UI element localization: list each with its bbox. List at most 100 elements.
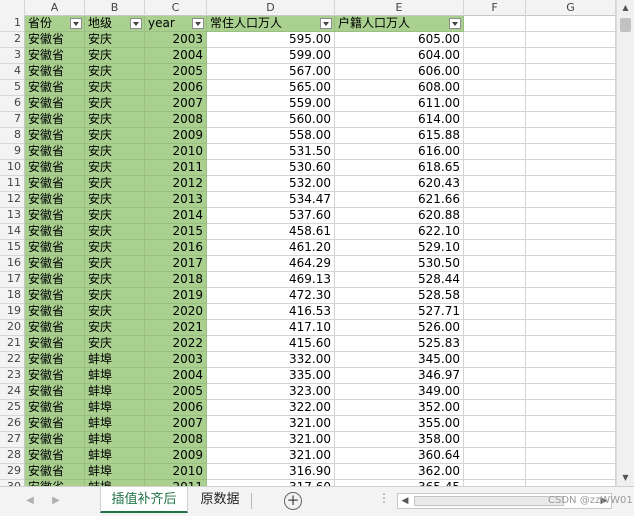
cell-city[interactable]: 安庆 <box>85 32 145 48</box>
row-number[interactable]: 7 <box>0 112 25 128</box>
empty-cell[interactable] <box>526 128 616 144</box>
cell-city[interactable]: 安庆 <box>85 176 145 192</box>
empty-cell[interactable] <box>464 320 526 336</box>
column-header-f[interactable]: F <box>464 0 526 16</box>
cell-province[interactable]: 安徽省 <box>25 240 85 256</box>
cell-year[interactable]: 2012 <box>145 176 207 192</box>
header-cell-city[interactable]: 地级 <box>85 16 145 32</box>
tab-interpolated-sheet[interactable]: 插值补齐后 <box>100 487 188 513</box>
cell-year[interactable]: 2005 <box>145 64 207 80</box>
cell-province[interactable]: 安徽省 <box>25 464 85 480</box>
cell-year[interactable]: 2007 <box>145 416 207 432</box>
empty-cell[interactable] <box>464 64 526 80</box>
cell-year[interactable]: 2020 <box>145 304 207 320</box>
empty-cell[interactable] <box>526 448 616 464</box>
row-number[interactable]: 23 <box>0 368 25 384</box>
cell-resident-population[interactable]: 560.00 <box>207 112 335 128</box>
cell-city[interactable]: 安庆 <box>85 256 145 272</box>
cell-province[interactable]: 安徽省 <box>25 144 85 160</box>
row-number[interactable]: 13 <box>0 208 25 224</box>
cell-resident-population[interactable]: 415.60 <box>207 336 335 352</box>
row-number[interactable]: 2 <box>0 32 25 48</box>
cell-city[interactable]: 蚌埠 <box>85 400 145 416</box>
empty-cell[interactable] <box>526 96 616 112</box>
cell-city[interactable]: 蚌埠 <box>85 464 145 480</box>
cell-city[interactable]: 蚌埠 <box>85 368 145 384</box>
cell-resident-population[interactable]: 323.00 <box>207 384 335 400</box>
cell-registered-population[interactable]: 530.50 <box>335 256 464 272</box>
cell-province[interactable]: 安徽省 <box>25 336 85 352</box>
filter-dropdown-icon[interactable] <box>192 18 204 29</box>
header-cell-year[interactable]: year <box>145 16 207 32</box>
empty-cell[interactable] <box>464 144 526 160</box>
column-header-b[interactable]: B <box>85 0 145 16</box>
cell-city[interactable]: 安庆 <box>85 64 145 80</box>
row-number[interactable]: 11 <box>0 176 25 192</box>
cell-resident-population[interactable]: 321.00 <box>207 416 335 432</box>
cell-year[interactable]: 2021 <box>145 320 207 336</box>
cell-year[interactable]: 2006 <box>145 80 207 96</box>
cell-year[interactable]: 2009 <box>145 448 207 464</box>
cell-year[interactable]: 2022 <box>145 336 207 352</box>
empty-cell[interactable] <box>526 144 616 160</box>
cell-registered-population[interactable]: 352.00 <box>335 400 464 416</box>
cell-registered-population[interactable]: 604.00 <box>335 48 464 64</box>
cell-year[interactable]: 2017 <box>145 256 207 272</box>
empty-cell[interactable] <box>464 240 526 256</box>
row-number[interactable]: 26 <box>0 416 25 432</box>
cell-city[interactable]: 安庆 <box>85 160 145 176</box>
empty-cell[interactable] <box>464 96 526 112</box>
scroll-up-icon[interactable]: ▲ <box>619 2 632 14</box>
cell-province[interactable]: 安徽省 <box>25 32 85 48</box>
vertical-scroll-thumb[interactable] <box>620 18 631 32</box>
cell-resident-population[interactable]: 558.00 <box>207 128 335 144</box>
row-number[interactable]: 14 <box>0 224 25 240</box>
cell-city[interactable]: 安庆 <box>85 224 145 240</box>
cell-city[interactable]: 安庆 <box>85 96 145 112</box>
row-number[interactable]: 15 <box>0 240 25 256</box>
select-all-corner[interactable] <box>0 0 25 16</box>
empty-cell[interactable] <box>464 272 526 288</box>
empty-cell[interactable] <box>464 176 526 192</box>
cell-resident-population[interactable]: 464.29 <box>207 256 335 272</box>
cell-year[interactable]: 2008 <box>145 112 207 128</box>
empty-cell[interactable] <box>464 112 526 128</box>
empty-cell[interactable] <box>526 224 616 240</box>
empty-cell[interactable] <box>464 128 526 144</box>
cell-resident-population[interactable]: 595.00 <box>207 32 335 48</box>
row-number[interactable]: 19 <box>0 304 25 320</box>
filter-dropdown-icon[interactable] <box>449 18 461 29</box>
cell-registered-population[interactable]: 614.00 <box>335 112 464 128</box>
cell-province[interactable]: 安徽省 <box>25 256 85 272</box>
cell-city[interactable]: 安庆 <box>85 144 145 160</box>
empty-cell[interactable] <box>526 256 616 272</box>
cell-province[interactable]: 安徽省 <box>25 304 85 320</box>
cell-province[interactable]: 安徽省 <box>25 128 85 144</box>
cell-city[interactable]: 安庆 <box>85 336 145 352</box>
empty-cell[interactable] <box>464 448 526 464</box>
row-number[interactable]: 16 <box>0 256 25 272</box>
empty-cell[interactable] <box>464 384 526 400</box>
cell-resident-population[interactable]: 469.13 <box>207 272 335 288</box>
cell-registered-population[interactable]: 611.00 <box>335 96 464 112</box>
cell-resident-population[interactable]: 322.00 <box>207 400 335 416</box>
row-number[interactable]: 8 <box>0 128 25 144</box>
vertical-scrollbar[interactable]: ▲ ▼ <box>616 0 634 486</box>
column-header-g[interactable]: G <box>526 0 616 16</box>
cell-registered-population[interactable]: 525.83 <box>335 336 464 352</box>
empty-cell[interactable] <box>464 160 526 176</box>
cell-resident-population[interactable]: 335.00 <box>207 368 335 384</box>
cell-year[interactable]: 2003 <box>145 32 207 48</box>
cell-registered-population[interactable]: 620.43 <box>335 176 464 192</box>
cell-year[interactable]: 2004 <box>145 368 207 384</box>
cell-resident-population[interactable]: 559.00 <box>207 96 335 112</box>
cell-city[interactable]: 蚌埠 <box>85 432 145 448</box>
cell-year[interactable]: 2008 <box>145 432 207 448</box>
cell-city[interactable]: 蚌埠 <box>85 416 145 432</box>
row-number[interactable]: 21 <box>0 336 25 352</box>
cell-registered-population[interactable]: 621.66 <box>335 192 464 208</box>
empty-cell[interactable] <box>526 240 616 256</box>
row-number[interactable]: 6 <box>0 96 25 112</box>
cell-city[interactable]: 安庆 <box>85 80 145 96</box>
cell-year[interactable]: 2010 <box>145 464 207 480</box>
